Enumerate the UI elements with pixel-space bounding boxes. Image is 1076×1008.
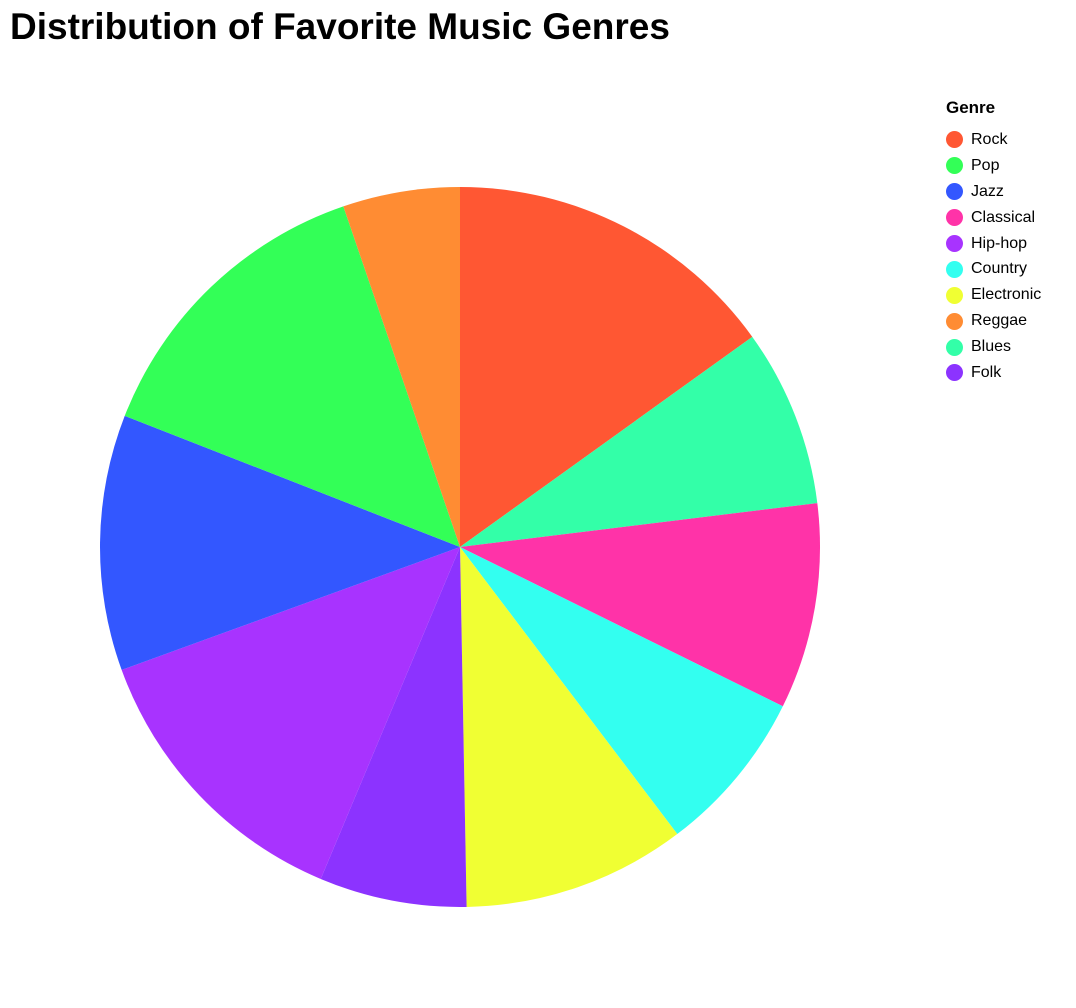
- legend-item-hip-hop: Hip-hop: [946, 231, 1041, 257]
- chart-root: Distribution of Favorite Music Genres Ge…: [0, 0, 1076, 1008]
- legend-label-reggae: Reggae: [971, 312, 1028, 330]
- legend-item-rock: Rock: [946, 127, 1041, 153]
- legend-label-rock: Rock: [971, 130, 1008, 148]
- legend-item-blues: Blues: [946, 334, 1041, 360]
- legend-swatch-country: [946, 260, 963, 278]
- legend-label-pop: Pop: [971, 156, 1000, 174]
- legend-label-jazz: Jazz: [971, 182, 1004, 200]
- legend-swatch-blues: [946, 338, 963, 356]
- legend-swatch-reggae: [946, 312, 963, 330]
- legend-item-reggae: Reggae: [946, 308, 1041, 334]
- legend-item-country: Country: [946, 256, 1041, 282]
- legend-swatch-hip-hop: [946, 235, 963, 252]
- legend: Genre Rock Pop Jazz Classical Hip-hop Country…: [946, 97, 1041, 386]
- legend-label-hip-hop: Hip-hop: [971, 234, 1028, 252]
- legend-label-blues: Blues: [971, 338, 1012, 356]
- legend-swatch-classical: [946, 209, 963, 227]
- legend-items: Rock Pop Jazz Classical Hip-hop Country Electr…: [946, 127, 1041, 386]
- legend-swatch-jazz: [946, 183, 963, 201]
- legend-swatch-electronic: [946, 286, 963, 304]
- legend-label-electronic: Electronic: [971, 286, 1042, 304]
- legend-label-country: Country: [971, 260, 1028, 278]
- legend-swatch-folk: [946, 364, 963, 382]
- pie-chart: [100, 187, 820, 908]
- legend-label-classical: Classical: [971, 208, 1036, 226]
- legend-swatch-pop: [946, 157, 963, 175]
- legend-item-folk: Folk: [946, 360, 1041, 386]
- legend-item-jazz: Jazz: [946, 179, 1041, 205]
- legend-item-electronic: Electronic: [946, 282, 1041, 308]
- legend-item-classical: Classical: [946, 205, 1041, 231]
- legend-swatch-rock: [946, 131, 963, 149]
- legend-title: Genre: [946, 98, 996, 117]
- legend-item-pop: Pop: [946, 153, 1041, 179]
- legend-label-folk: Folk: [971, 363, 1002, 381]
